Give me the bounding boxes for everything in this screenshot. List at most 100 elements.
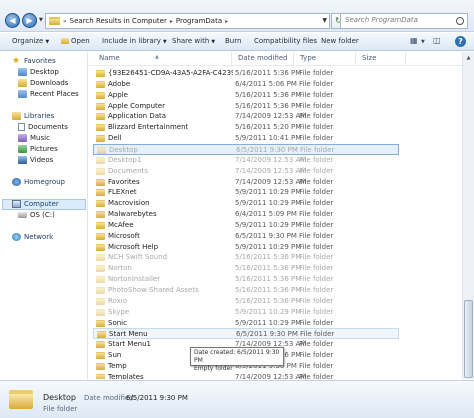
scroll-up-icon[interactable]: ▲	[464, 53, 473, 63]
burn-button[interactable]: Burn	[225, 37, 241, 45]
table-row[interactable]: Favorites 7/14/2009 12:53 AM File folder	[93, 177, 399, 188]
nav-music[interactable]: Music	[18, 134, 50, 142]
nav-downloads[interactable]: Downloads	[18, 79, 68, 87]
file-name: Skype	[108, 307, 130, 316]
table-row[interactable]: Microsoft 6/5/2011 9:30 PM File folder	[93, 231, 399, 242]
nav-pictures[interactable]: Pictures	[18, 145, 58, 153]
column-header-date[interactable]: Date modified	[232, 52, 294, 65]
table-row[interactable]: Malwarebytes 6/4/2011 5:09 PM File folder	[93, 209, 399, 220]
nav-computer[interactable]: Computer	[12, 200, 59, 208]
address-dropdown-icon[interactable]: ▼	[322, 17, 327, 24]
caret-down-icon: ▼	[211, 39, 216, 45]
table-row[interactable]: Microsoft Help 5/9/2011 10:29 PM File fold…	[93, 242, 399, 253]
nav-documents[interactable]: Documents	[18, 123, 68, 131]
forward-arrow-icon[interactable]: ▶	[22, 13, 37, 28]
file-type: File folder	[299, 231, 334, 240]
file-name: Norton	[108, 264, 132, 273]
folder-icon	[96, 254, 105, 262]
history-dropdown-icon[interactable]: ▼	[39, 17, 43, 23]
open-button[interactable]: Open	[61, 37, 90, 45]
computer-icon	[12, 200, 21, 208]
new-folder-button[interactable]: New folder	[321, 37, 359, 45]
nav-videos[interactable]: Videos	[18, 156, 53, 164]
table-row[interactable]: FLEXnet 5/9/2011 10:29 PM File folder	[93, 187, 399, 198]
nav-homegroup[interactable]: Homegroup	[12, 178, 65, 186]
help-icon[interactable]: ?	[455, 36, 466, 47]
table-row[interactable]: Norton 5/16/2011 5:36 PM File folder	[93, 263, 399, 274]
table-row[interactable]: Skype 5/9/2011 10:29 PM File folder	[93, 307, 399, 318]
table-row[interactable]: PhotoShow Shared Assets 5/16/2011 5:36 PM…	[93, 285, 399, 296]
scroll-thumb[interactable]	[464, 300, 473, 378]
table-row[interactable]: Start Menu 6/5/2011 9:30 PM File folder	[93, 328, 399, 340]
file-type: File folder	[299, 69, 334, 77]
file-name: Start Menu1	[108, 340, 151, 349]
nav-desktop[interactable]: Desktop	[18, 68, 59, 76]
file-name: Apple Computer	[108, 101, 165, 110]
table-row[interactable]: McAfee 5/9/2011 10:29 PM File folder	[93, 220, 399, 231]
column-header-size[interactable]: Size	[356, 52, 406, 65]
file-type: File folder	[299, 372, 334, 379]
share-with-button[interactable]: Share with ▼	[172, 37, 215, 45]
table-row[interactable]: NortonInstaller 5/16/2011 5:36 PM File fol…	[93, 274, 399, 285]
column-header-name[interactable]: Name ▲	[89, 52, 232, 65]
file-type: File folder	[299, 351, 334, 360]
file-date: 5/16/2011 5:36 PM	[235, 296, 302, 305]
table-row[interactable]: NCH Swift Sound 5/16/2011 5:36 PM File fol…	[93, 252, 399, 263]
table-row[interactable]: Adobe 6/4/2011 5:06 PM File folder	[93, 79, 399, 90]
file-type: File folder	[299, 361, 334, 370]
libraries-icon	[12, 112, 21, 120]
file-date: 5/9/2011 10:29 PM	[235, 307, 302, 316]
tooltip-empty: Empty folder	[194, 365, 233, 372]
breadcrumb-programdata[interactable]: ProgramData	[176, 17, 222, 25]
folder-icon	[96, 102, 105, 110]
table-row[interactable]: Sonic 5/9/2011 10:29 PM File folder	[93, 318, 399, 329]
sort-ascending-icon: ▲	[155, 54, 159, 60]
details-pane: Desktop Date modified: 6/5/2011 9:30 PM …	[0, 380, 474, 418]
organize-button[interactable]: Organize ▼	[12, 37, 49, 45]
compatibility-files-button[interactable]: Compatibility files	[254, 37, 317, 45]
nav-libraries[interactable]: Libraries	[12, 112, 54, 120]
file-type: File folder	[299, 264, 334, 273]
chevron-right-icon[interactable]: »	[63, 18, 67, 25]
chevron-right-icon[interactable]: ▸	[225, 18, 228, 25]
file-type: File folder	[299, 242, 334, 251]
table-row[interactable]: Documents 7/14/2009 12:53 AM File folder	[93, 166, 399, 177]
table-row[interactable]: Dell 5/9/2011 10:41 PM File folder	[93, 133, 399, 144]
nav-recent-places[interactable]: Recent Places	[18, 90, 79, 98]
search-input[interactable]: Search ProgramData	[340, 13, 468, 29]
file-type: File folder	[299, 112, 334, 121]
table-row[interactable]: Blizzard Entertainment 5/16/2011 5:20 PM F…	[93, 122, 399, 133]
nav-os-drive[interactable]: OS (C:)	[18, 211, 55, 219]
column-header-type[interactable]: Type	[294, 52, 356, 65]
vertical-scrollbar[interactable]: ▲	[462, 52, 474, 379]
file-name: Sun	[108, 351, 122, 360]
open-folder-icon	[61, 38, 69, 44]
breadcrumb-search-results[interactable]: Search Results in Computer	[70, 17, 167, 25]
folder-icon	[96, 308, 105, 316]
table-row[interactable]: Apple Computer 5/16/2011 5:36 PM File fold…	[93, 101, 399, 112]
details-name: Desktop	[43, 393, 76, 402]
table-row[interactable]: Macrovision 5/9/2011 10:29 PM File folder	[93, 198, 399, 209]
preview-pane-icon[interactable]: ◫	[433, 36, 441, 45]
folder-icon	[97, 146, 106, 154]
file-date: 7/14/2009 12:53 AM	[235, 372, 307, 379]
table-row[interactable]: Apple 5/16/2011 5:36 PM File folder	[93, 90, 399, 101]
nav-network[interactable]: Network	[12, 233, 53, 241]
folder-icon	[96, 91, 105, 99]
table-row[interactable]: Application Data 7/14/2009 12:53 AM File f…	[93, 111, 399, 122]
back-arrow-icon[interactable]: ◀	[5, 13, 20, 28]
file-date: 5/16/2011 5:36 PM	[235, 286, 302, 294]
table-row[interactable]: Desktop1 7/14/2009 12:53 AM File folder	[93, 155, 399, 166]
file-type: File folder	[299, 286, 334, 294]
search-icon[interactable]	[456, 17, 464, 25]
address-bar[interactable]: » Search Results in Computer ▸ ProgramDa…	[45, 13, 330, 29]
table-row[interactable]: Desktop 6/5/2011 9:30 PM File folder	[93, 143, 399, 155]
view-dropdown-icon[interactable]: ▼	[421, 39, 425, 45]
change-view-icon[interactable]: ▦	[410, 36, 418, 45]
file-name: FLEXnet	[108, 188, 137, 197]
nav-favorites[interactable]: ★ Favorites	[12, 57, 56, 66]
include-in-library-button[interactable]: Include in library ▼	[102, 37, 167, 45]
table-row[interactable]: Roxio 5/16/2011 5:36 PM File folder	[93, 296, 399, 307]
table-row[interactable]: {93E26451-CD9A-43A5-A2FA-C42392EA4...5/1…	[93, 68, 399, 79]
chevron-right-icon[interactable]: ▸	[170, 18, 173, 25]
